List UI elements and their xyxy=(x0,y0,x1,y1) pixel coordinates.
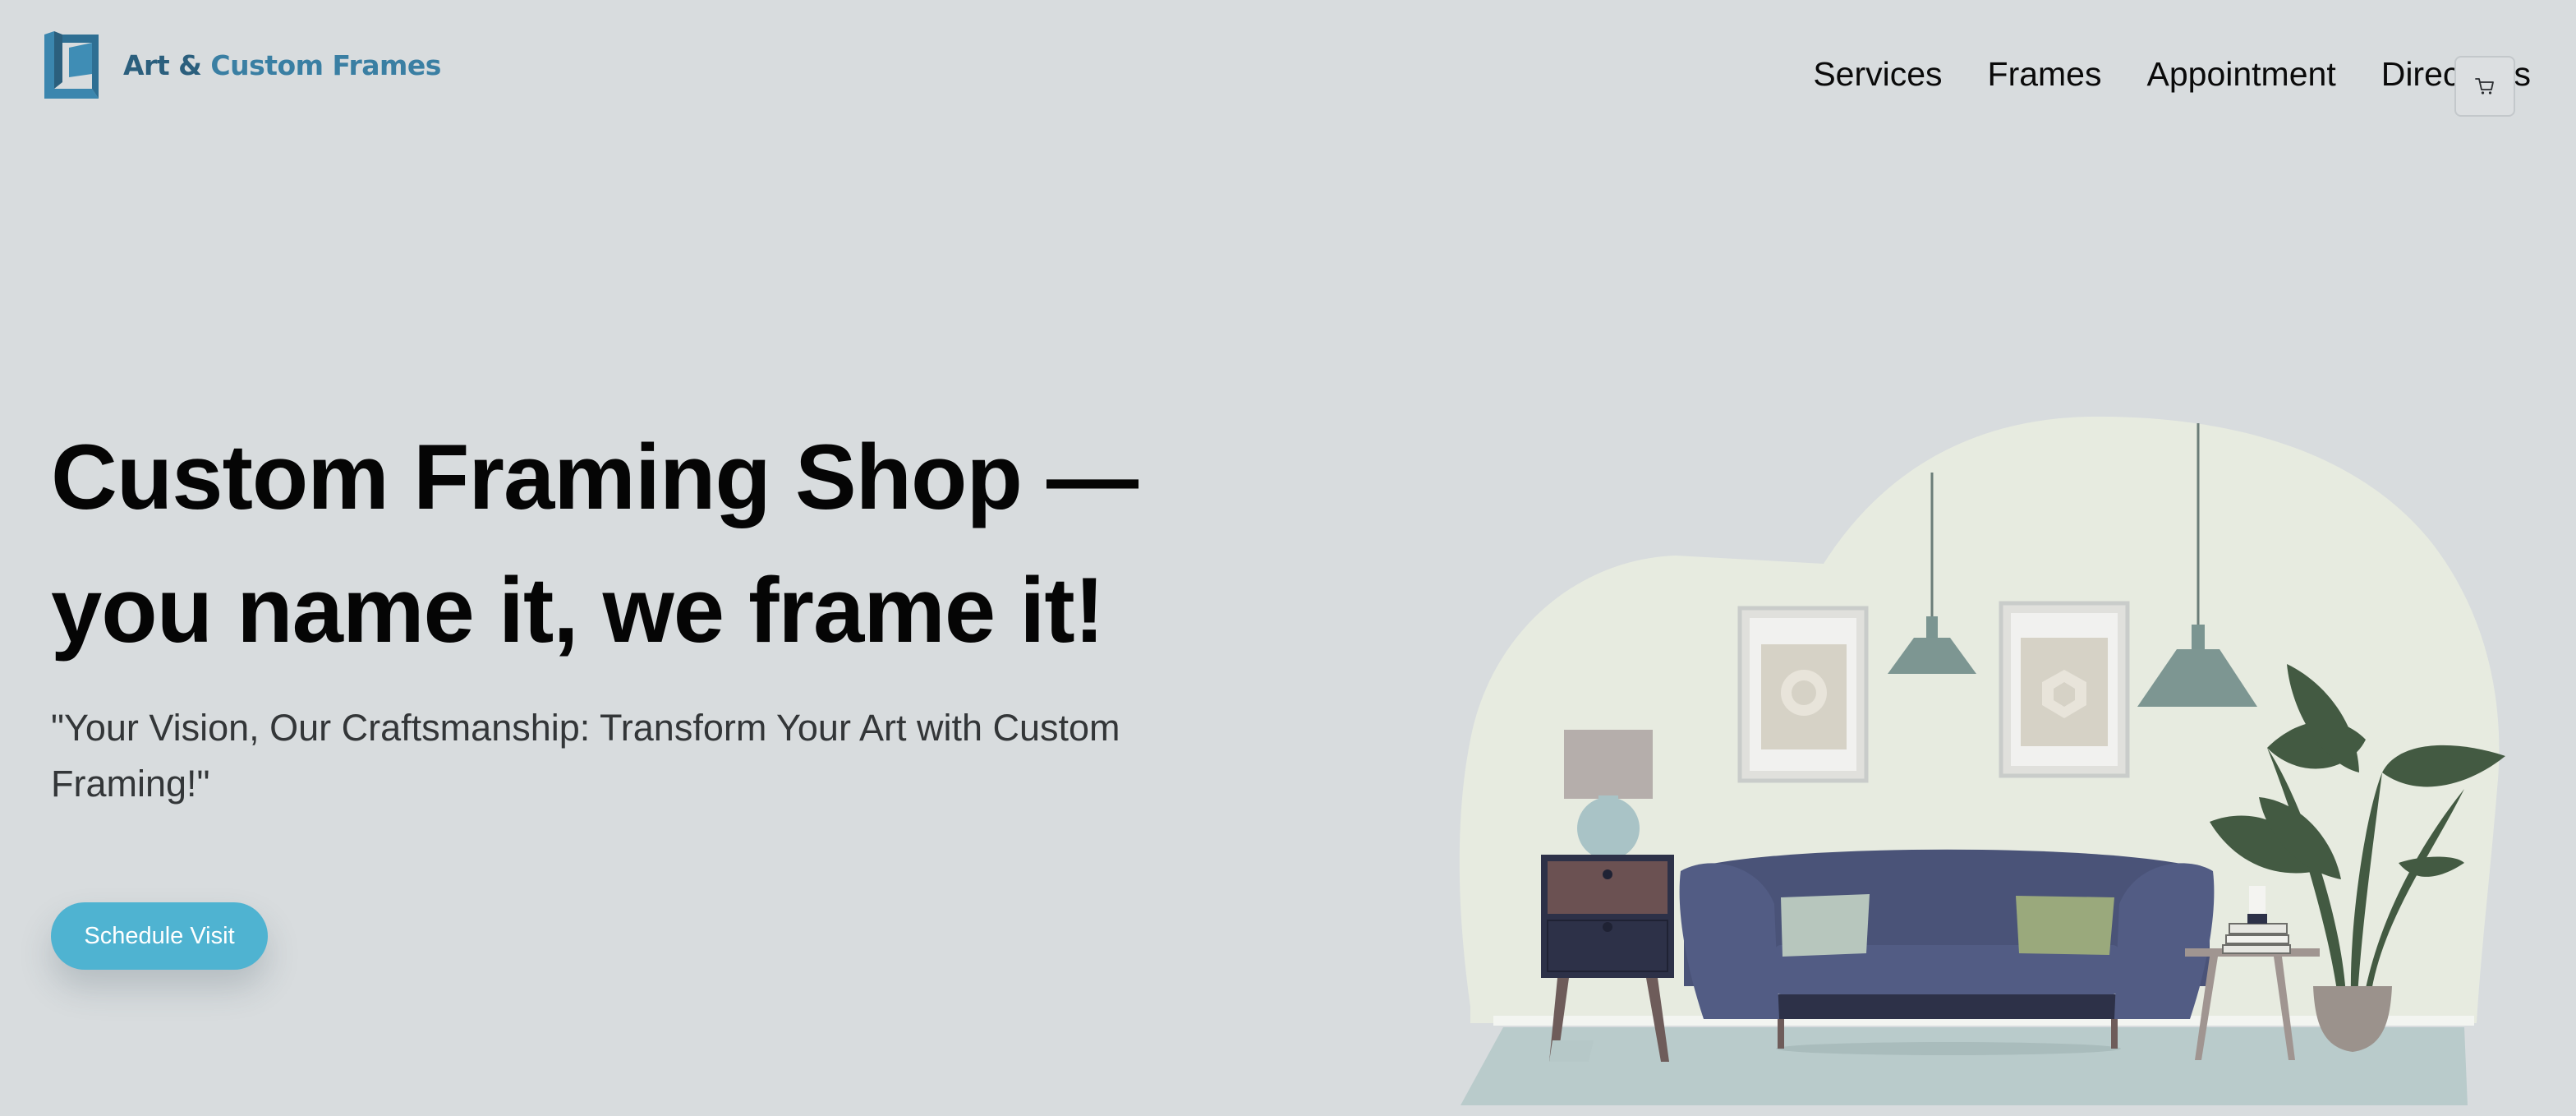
hero-subtitle: "Your Vision, Our Craftsmanship: Transfo… xyxy=(51,707,1120,805)
nav-appointment[interactable]: Appointment xyxy=(2147,58,2336,91)
brand-name-part2: Custom Frames xyxy=(210,48,441,81)
logo-link[interactable]: Art & Custom Frames xyxy=(44,31,441,99)
cart-icon xyxy=(2475,78,2494,95)
brand-name: Art & Custom Frames xyxy=(123,49,441,81)
hero-title-line2: you name it, we frame it! xyxy=(51,559,1105,662)
nav-frames[interactable]: Frames xyxy=(1988,58,2102,91)
cart-button[interactable] xyxy=(2454,56,2515,117)
hero-title: Custom Framing Shop — you name it, we fra… xyxy=(51,411,1283,677)
hero-title-line1: Custom Framing Shop — xyxy=(51,426,1138,528)
cushion-left xyxy=(1781,894,1870,957)
floor-rug xyxy=(1460,1027,2468,1105)
schedule-visit-button[interactable]: Schedule Visit xyxy=(51,902,268,970)
living-room-illustration xyxy=(1459,416,2505,1105)
brand-name-part1: Art & xyxy=(123,48,202,81)
table-lamp-shade xyxy=(1564,730,1653,799)
site-header: Art & Custom Frames Services Frames Appo… xyxy=(0,0,2576,164)
frame-logo-icon xyxy=(44,31,99,99)
nav-services[interactable]: Services xyxy=(1813,58,1942,91)
cushion-right xyxy=(2016,896,2114,955)
